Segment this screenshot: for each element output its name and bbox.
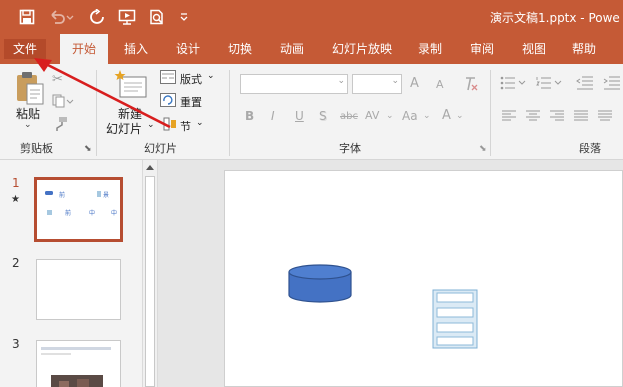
powerpoint-window: 演示文稿1.pptx - Powe 文件 开始 插入 设计 切换 动画 幻灯片放… bbox=[0, 0, 623, 387]
annotation-arrow-icon bbox=[34, 58, 171, 129]
